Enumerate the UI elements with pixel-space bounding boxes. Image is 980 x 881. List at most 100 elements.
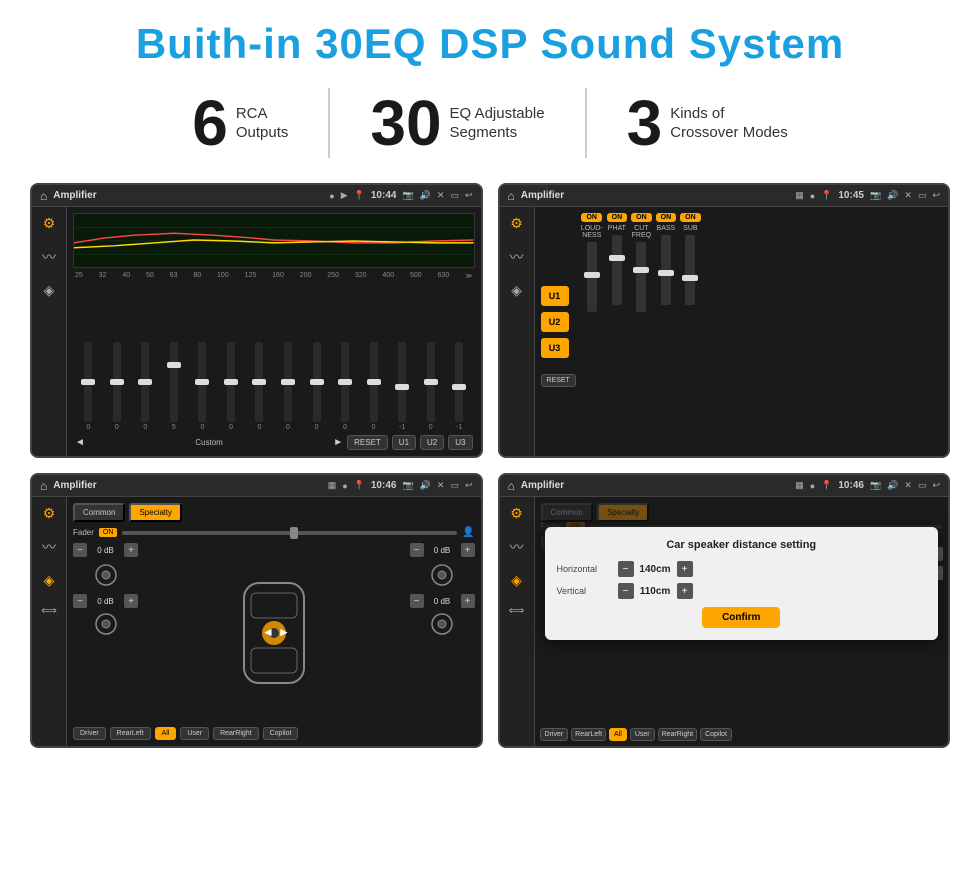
eq-graph	[73, 213, 475, 268]
eq-next-button[interactable]: ►	[333, 437, 343, 448]
screen2-x-icon[interactable]: ✕	[904, 190, 912, 201]
cross-tab-common[interactable]: Common	[73, 503, 125, 522]
dialog-vertical-minus[interactable]: −	[618, 583, 634, 599]
dialog-vertical-plus[interactable]: +	[677, 583, 693, 599]
amp-u3-button[interactable]: U3	[541, 338, 569, 358]
cross-rearright-button[interactable]: RearRight	[213, 727, 259, 740]
screen4-all-button[interactable]: All	[609, 728, 627, 741]
amp-reset-button[interactable]: RESET	[541, 374, 576, 387]
screen3-x-icon[interactable]: ✕	[437, 480, 445, 491]
cross-arrows-icon[interactable]: ⟺	[41, 604, 57, 617]
stat-rca-line2: Outputs	[236, 123, 289, 143]
screen1-time: 10:44	[371, 190, 397, 201]
screen4-content: ⚙ 〰 ◈ ⟺ Common Specialty Fader ON	[500, 497, 949, 746]
amp-cutfreq-channel: ON CUTFREQ	[631, 213, 652, 450]
screen3-back-icon[interactable]: ↩	[465, 480, 473, 491]
screen4-back-icon[interactable]: ↩	[932, 480, 940, 491]
amp-phat-on[interactable]: ON	[607, 213, 628, 222]
cross-driver-button[interactable]: Driver	[73, 727, 106, 740]
amp-bass-slider[interactable]	[661, 235, 671, 305]
screen2-home-icon[interactable]: ⌂	[508, 189, 515, 203]
dialog-horizontal-field: Horizontal − 140cm +	[557, 561, 927, 577]
db-plus-topleft[interactable]: +	[124, 543, 138, 557]
amp-u1-button[interactable]: U1	[541, 286, 569, 306]
screen1-back-icon[interactable]: ↩	[465, 190, 473, 201]
dialog-title: Car speaker distance setting	[557, 539, 927, 551]
cross-user-button[interactable]: User	[180, 727, 209, 740]
amp-loudness-on[interactable]: ON	[581, 213, 602, 222]
db-minus-bottomright[interactable]: −	[410, 594, 424, 608]
amp-cutfreq-slider[interactable]	[636, 242, 646, 312]
eq-filter-icon[interactable]: ⚙	[43, 215, 56, 232]
confirm-button[interactable]: Confirm	[702, 607, 780, 628]
cross-speaker-icon[interactable]: ◈	[44, 572, 55, 589]
screen4-bottom-buttons: Driver RearLeft All User RearRight Copil…	[540, 728, 732, 741]
eq-u2-button[interactable]: U2	[420, 435, 444, 450]
screen-amp: ⌂ Amplifier ▦ ● 📍 10:45 📷 🔊 ✕ ▭ ↩ ⚙ 〰 ◈	[498, 183, 951, 458]
dialog-wave-icon[interactable]: 〰	[510, 537, 524, 557]
screen4-x-icon[interactable]: ✕	[904, 480, 912, 491]
screen4-rearright-button[interactable]: RearRight	[658, 728, 698, 741]
cross-wave-icon[interactable]: 〰	[42, 537, 56, 557]
dialog-horizontal-minus[interactable]: −	[618, 561, 634, 577]
db-plus-topright[interactable]: +	[461, 543, 475, 557]
cross-right-controls: − 0 dB + −	[410, 543, 475, 722]
amp-sub-on[interactable]: ON	[680, 213, 701, 222]
amp-wave-icon[interactable]: 〰	[510, 247, 524, 267]
screen3-dot-icon: ●	[342, 481, 347, 491]
screen4-copilot-button[interactable]: Copilot	[700, 728, 732, 741]
main-title: Buith-in 30EQ DSP Sound System	[30, 20, 950, 68]
cross-all-button[interactable]: All	[155, 727, 177, 740]
amp-bass-on[interactable]: ON	[656, 213, 677, 222]
screen2-status-bar: ⌂ Amplifier ▦ ● 📍 10:45 📷 🔊 ✕ ▭ ↩	[500, 185, 949, 207]
screen4-user-button[interactable]: User	[630, 728, 655, 741]
eq-wave-icon[interactable]: 〰	[42, 247, 56, 267]
cross-tab-specialty[interactable]: Specialty	[129, 503, 181, 522]
dialog-horizontal-plus[interactable]: +	[677, 561, 693, 577]
amp-filter-icon[interactable]: ⚙	[510, 215, 523, 232]
amp-sub-slider[interactable]	[685, 235, 695, 305]
fader-on-badge[interactable]: ON	[99, 528, 118, 537]
eq-prev-button[interactable]: ◄	[75, 437, 85, 448]
stat-crossover-number: 3	[627, 91, 663, 155]
screen4-home-icon[interactable]: ⌂	[508, 479, 515, 493]
eq-slider-11: 0	[360, 342, 387, 431]
db-plus-bottomright[interactable]: +	[461, 594, 475, 608]
screen1-home-icon[interactable]: ⌂	[40, 189, 47, 203]
screen2-title: Amplifier	[521, 190, 789, 201]
amp-loudness-slider[interactable]	[587, 242, 597, 312]
db-minus-topleft[interactable]: −	[73, 543, 87, 557]
amp-sub-channel: ON SUB	[680, 213, 701, 450]
dialog-vertical-value: 110cm	[638, 586, 673, 597]
cross-rearleft-button[interactable]: RearLeft	[110, 727, 151, 740]
cross-copilot-button[interactable]: Copilot	[263, 727, 299, 740]
fader-slider[interactable]	[122, 531, 457, 535]
fader-row: Fader ON 👤	[73, 527, 475, 538]
db-minus-bottomleft[interactable]: −	[73, 594, 87, 608]
dialog-speaker-icon[interactable]: ◈	[511, 572, 522, 589]
eq-reset-button[interactable]: RESET	[347, 435, 388, 450]
amp-cutfreq-on[interactable]: ON	[631, 213, 652, 222]
screen4-title: Amplifier	[521, 480, 789, 491]
screen4-tab-common: Common	[541, 503, 593, 522]
screen4-driver-button[interactable]: Driver	[540, 728, 569, 741]
db-minus-topright[interactable]: −	[410, 543, 424, 557]
screen2-back-icon[interactable]: ↩	[932, 190, 940, 201]
eq-speaker-icon[interactable]: ◈	[44, 282, 55, 299]
amp-phat-slider[interactable]	[612, 235, 622, 305]
screen3-home-icon[interactable]: ⌂	[40, 479, 47, 493]
eq-u3-button[interactable]: U3	[448, 435, 472, 450]
amp-loudness-channel: ON LOUD-NESS	[581, 213, 603, 450]
eq-slider-4: 5	[161, 342, 188, 431]
dialog-filter-icon[interactable]: ⚙	[510, 505, 523, 522]
screen1-rect-icon: ▭	[450, 190, 459, 201]
amp-u2-button[interactable]: U2	[541, 312, 569, 332]
screen1-x-icon[interactable]: ✕	[437, 190, 445, 201]
screen4-rearleft-button[interactable]: RearLeft	[571, 728, 606, 741]
db-plus-bottomleft[interactable]: +	[124, 594, 138, 608]
dialog-arrows-icon[interactable]: ⟺	[509, 604, 525, 617]
amp-speaker-icon[interactable]: ◈	[511, 282, 522, 299]
stat-eq: 30 EQ Adjustable Segments	[330, 91, 584, 155]
eq-u1-button[interactable]: U1	[392, 435, 416, 450]
cross-filter-icon[interactable]: ⚙	[43, 505, 56, 522]
